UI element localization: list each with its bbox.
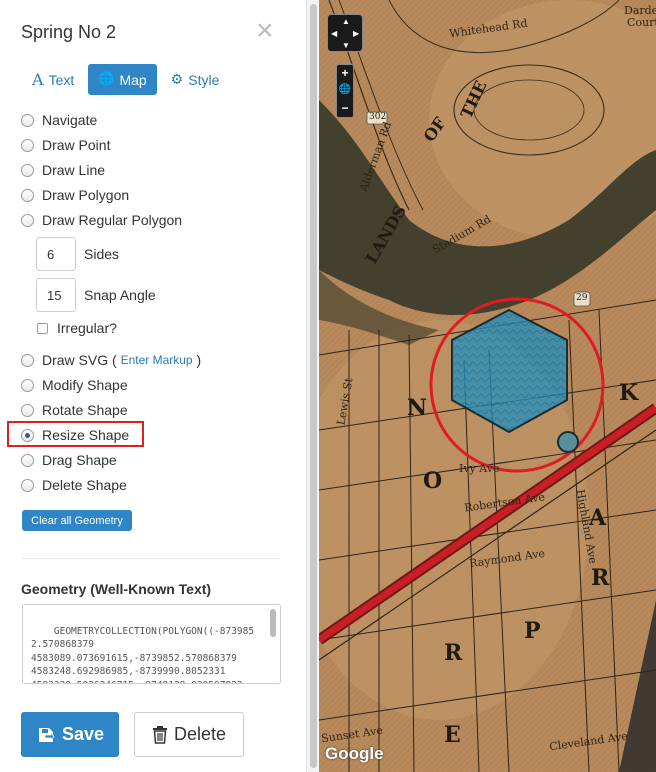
mode-label: Draw SVG (	[42, 352, 117, 368]
clear-all-geometry-button[interactable]: Clear all Geometry	[22, 510, 132, 531]
mode-label: Rotate Shape	[42, 402, 128, 418]
delete-label: Delete	[173, 724, 227, 744]
wkt-text: GEOMETRYCOLLECTION(POLYGON((-8739852.570…	[31, 625, 255, 684]
pan-left-icon[interactable]: ◀	[331, 30, 337, 38]
mode-label: Draw Polygon	[42, 187, 130, 203]
tab-label: Text	[48, 71, 75, 88]
radio-button[interactable]	[21, 453, 34, 467]
map-label-place: Court	[627, 16, 656, 29]
route-29-marker: 29	[576, 293, 588, 303]
tab-label: Map	[119, 71, 147, 88]
mode-label: Delete Shape	[42, 477, 127, 493]
panel-scrollbar[interactable]	[306, 0, 319, 772]
zoom-out-icon[interactable]: −	[337, 101, 353, 115]
radio-button[interactable]	[21, 478, 34, 492]
textarea-scrollbar[interactable]	[270, 609, 276, 637]
mode-draw-polygon[interactable]: Draw Polygon	[21, 183, 129, 207]
mode-label: Drag Shape	[42, 452, 117, 468]
irregular-checkbox[interactable]	[37, 322, 48, 334]
radio-button[interactable]	[21, 163, 34, 177]
map-lettering: A	[589, 505, 607, 531]
geometry-heading: Geometry (Well-Known Text)	[21, 581, 212, 597]
zoom-control[interactable]: + 🌐 −	[336, 64, 354, 118]
radio-button[interactable]	[21, 113, 34, 127]
feature-editor-panel: Spring No 2 × A Text 🌐 Map ⚙ Style Navig…	[0, 0, 306, 772]
map-lettering: P	[524, 618, 541, 644]
map-lettering: R	[444, 640, 463, 666]
mode-draw-svg[interactable]: Draw SVG ( Enter Markup )	[21, 348, 201, 372]
map-label-street: Ivy Ave	[459, 462, 500, 475]
mode-label: Navigate	[42, 112, 98, 128]
pan-up-icon[interactable]: ▲	[342, 18, 350, 26]
enter-markup-link[interactable]: Enter Markup	[121, 353, 193, 367]
radio-button[interactable]	[21, 188, 34, 202]
historic-map-view[interactable]: Whitehead Rd Alderman Rd Stadium Rd Lewi…	[319, 0, 656, 772]
scrollbar-thumb[interactable]	[310, 4, 317, 768]
radio-button[interactable]	[21, 138, 34, 152]
mode-draw-line[interactable]: Draw Line	[21, 158, 105, 182]
tab-map[interactable]: 🌐 Map	[88, 64, 157, 95]
mode-delete-shape[interactable]: Delete Shape	[21, 473, 127, 497]
mode-drag-shape[interactable]: Drag Shape	[21, 448, 117, 472]
irregular-label: Irregular?	[57, 320, 117, 336]
trash-icon	[152, 725, 167, 744]
pan-right-icon[interactable]: ▶	[353, 30, 359, 38]
mode-modify-shape[interactable]: Modify Shape	[21, 373, 128, 397]
globe-icon[interactable]: 🌐	[337, 84, 353, 95]
tab-style[interactable]: ⚙ Style	[161, 64, 230, 95]
pan-control[interactable]: ▲ ▼ ◀ ▶	[327, 14, 363, 52]
save-icon	[38, 727, 55, 742]
divider	[21, 558, 280, 559]
text-A-icon: A	[32, 70, 44, 89]
panel-title: Spring No 2	[21, 22, 117, 42]
save-label: Save	[61, 724, 105, 744]
google-attribution-logo[interactable]: Google	[325, 744, 384, 764]
close-icon[interactable]: ×	[256, 16, 274, 46]
mode-draw-point[interactable]: Draw Point	[21, 133, 110, 157]
mode-label: Modify Shape	[42, 377, 128, 393]
map-lettering: E	[444, 722, 461, 748]
sides-label: Sides	[84, 246, 120, 262]
irregular-option[interactable]: Irregular?	[37, 320, 117, 336]
route-302-marker: 302	[369, 112, 387, 122]
selection-highlight-box	[7, 421, 144, 447]
pan-down-icon[interactable]: ▼	[342, 42, 350, 50]
save-button[interactable]: Save	[21, 712, 119, 757]
mode-rotate-shape[interactable]: Rotate Shape	[21, 398, 128, 422]
wkt-textarea[interactable]: GEOMETRYCOLLECTION(POLYGON((-8739852.570…	[22, 604, 281, 684]
map-lettering: R	[591, 565, 610, 591]
tab-bar: A Text 🌐 Map ⚙ Style	[22, 64, 229, 95]
mode-label: Draw Regular Polygon	[42, 212, 183, 228]
tab-label: Style	[188, 71, 220, 88]
radio-button[interactable]	[21, 353, 34, 367]
radio-button[interactable]	[21, 378, 34, 392]
mode-navigate[interactable]: Navigate	[21, 108, 97, 132]
radio-button[interactable]	[21, 213, 34, 227]
mode-label: Draw Line	[42, 162, 106, 178]
mode-draw-regular-polygon[interactable]: Draw Regular Polygon	[21, 208, 182, 232]
mode-label-suffix: )	[196, 352, 202, 368]
snap-angle-input[interactable]: 15	[36, 278, 76, 312]
sides-input[interactable]: 6	[36, 237, 76, 271]
tab-text[interactable]: A Text	[22, 64, 84, 95]
radio-button[interactable]	[21, 403, 34, 417]
mode-label: Draw Point	[42, 137, 111, 153]
snap-angle-label: Snap Angle	[84, 287, 156, 303]
map-lettering: O	[423, 468, 443, 494]
gear-icon: ⚙	[170, 71, 184, 88]
globe-icon: 🌐	[98, 72, 115, 87]
delete-button[interactable]: Delete	[134, 712, 244, 757]
map-lettering: N	[407, 395, 428, 421]
zoom-in-icon[interactable]: +	[337, 66, 353, 80]
map-lettering: K	[619, 380, 639, 406]
